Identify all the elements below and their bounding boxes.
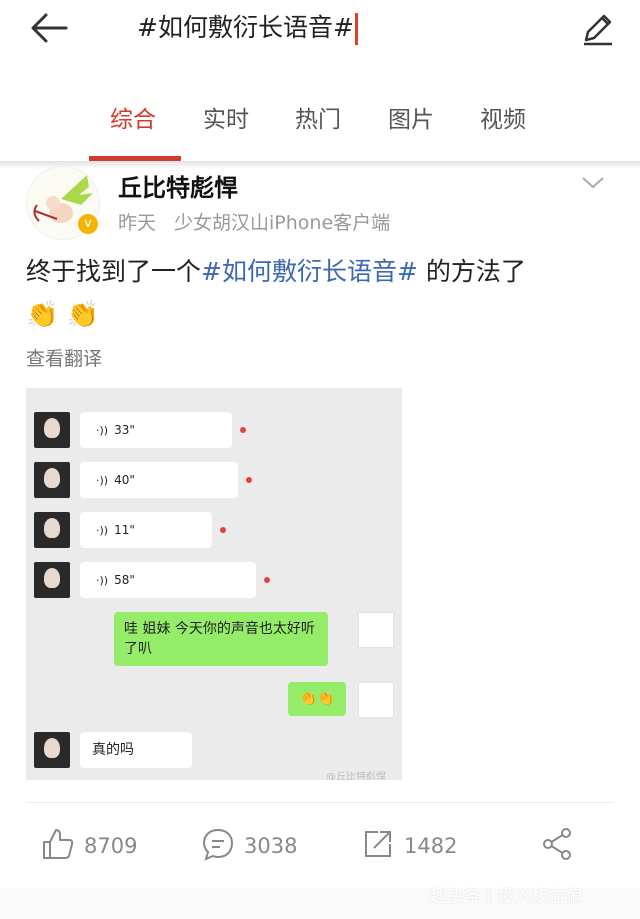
chat-avatar-self [358, 612, 394, 648]
search-header: #如何敷衍长语音# [0, 0, 640, 60]
reply-message: 哇 姐妹 今天你的声音也太好听了叭 [114, 612, 328, 666]
unread-dot [240, 427, 246, 433]
post-time: 昨天 [118, 212, 157, 234]
voice-message: ·)) 33" [80, 412, 232, 448]
reply-emoji: 👏👏 [288, 682, 346, 716]
divider [26, 802, 614, 803]
voice-icon: ·)) [96, 524, 109, 537]
search-input[interactable]: #如何敷衍长语音# [137, 10, 358, 46]
chat-avatar [34, 732, 70, 768]
voice-message: ·)) 40" [80, 462, 238, 498]
like-count: 8709 [84, 834, 138, 858]
comment-button[interactable]: 3038 [200, 826, 310, 870]
last-message: 真的吗 [80, 732, 192, 768]
tabs-divider [0, 161, 640, 169]
chat-avatar [34, 412, 70, 448]
author-name[interactable]: 丘比特彪悍 [118, 168, 238, 203]
comment-icon [202, 828, 234, 861]
tab-hot[interactable]: 热门 [295, 100, 341, 134]
search-query-text: #如何敷衍长语音# [137, 13, 354, 42]
repost-count: 1482 [404, 834, 458, 858]
voice-message: ·)) 11" [80, 512, 212, 548]
voice-icon: ·)) [96, 574, 109, 587]
tab-videos[interactable]: 视频 [480, 100, 526, 134]
unread-dot [220, 527, 226, 533]
post-image[interactable]: ·)) 33" ·)) 40" ·)) 11" ·)) 58" 哇 姐妹 今天你的声音也… [26, 388, 402, 780]
comment-count: 3038 [244, 834, 298, 858]
thumb-up-icon [43, 829, 74, 859]
repost-icon [365, 831, 391, 857]
hashtag-link[interactable]: #如何敷衍长语音# [201, 257, 418, 286]
voice-icon: ·)) [96, 424, 109, 437]
voice-icon: ·)) [96, 474, 109, 487]
unread-dot [246, 477, 252, 483]
chat-avatar [34, 462, 70, 498]
chat-avatar [34, 562, 70, 598]
translate-link[interactable]: 查看翻译 [26, 344, 102, 371]
share-icon [543, 828, 571, 860]
text-caret [354, 13, 358, 45]
post-text-after: 的方法了 [417, 257, 526, 286]
chevron-down-icon[interactable] [580, 172, 606, 192]
verified-badge-icon: v [76, 212, 100, 236]
clap-emoji: 👏 👏 [26, 300, 100, 330]
post-source: 少女胡汉山iPhone客户端 [174, 212, 391, 234]
chat-avatar-self [358, 682, 394, 718]
unread-dot [264, 577, 270, 583]
post-meta: 昨天 少女胡汉山iPhone客户端 [118, 208, 390, 235]
share-button[interactable] [540, 826, 580, 870]
post-text: 终于找到了一个#如何敷衍长语音# 的方法了 [26, 254, 526, 290]
like-button[interactable]: 8709 [40, 826, 150, 870]
footer-watermark: 趣头条 | 投入权益偏 [430, 887, 583, 907]
tab-comprehensive[interactable]: 综合 [110, 100, 156, 134]
tab-images[interactable]: 图片 [388, 100, 434, 134]
voice-message: ·)) 58" [80, 562, 256, 598]
tab-realtime[interactable]: 实时 [203, 100, 249, 134]
chat-avatar [34, 512, 70, 548]
edit-pencil-icon[interactable] [578, 8, 618, 48]
image-watermark: @丘比特彪悍 [326, 772, 386, 780]
repost-button[interactable]: 1482 [360, 826, 470, 870]
post-text-before: 终于找到了一个 [26, 257, 202, 286]
back-arrow-icon[interactable] [28, 10, 72, 46]
filter-tabs: 综合 实时 热门 图片 视频 [0, 92, 640, 162]
